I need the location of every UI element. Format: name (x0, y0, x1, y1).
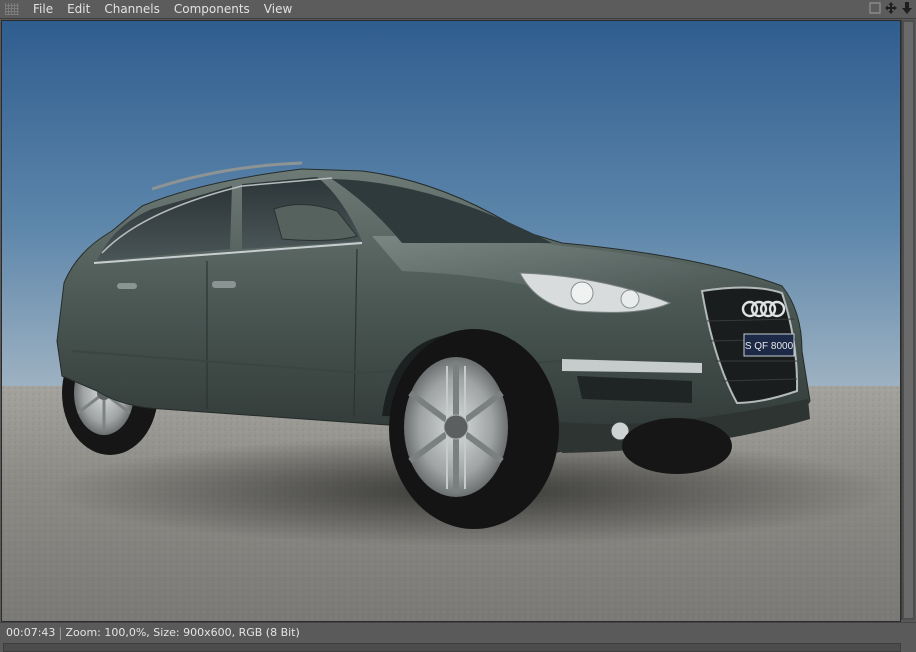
menu-edit[interactable]: Edit (60, 0, 97, 18)
status-time: 00:07:43 (6, 626, 56, 639)
menu-channels[interactable]: Channels (97, 0, 167, 18)
status-separator: | (58, 625, 63, 640)
menu-components[interactable]: Components (167, 0, 257, 18)
menu-file[interactable]: File (26, 0, 60, 18)
window-controls (868, 1, 914, 15)
render-image: S QF 8000 (2, 21, 900, 621)
menu-bar: File Edit Channels Components View (0, 0, 916, 19)
grip-icon[interactable] (5, 3, 19, 15)
status-bar: 00:07:43 | Zoom: 100,0%, Size: 900x600, … (0, 622, 916, 642)
vertical-scrollbar[interactable] (901, 20, 915, 620)
render-viewport[interactable]: S QF 8000 (1, 20, 901, 622)
download-arrow-icon[interactable] (900, 1, 914, 15)
horizontal-scroll-track[interactable] (3, 643, 901, 652)
menu-view[interactable]: View (257, 0, 299, 18)
vertical-scroll-thumb[interactable] (904, 22, 913, 618)
move-icon[interactable] (884, 1, 898, 15)
fit-view-icon[interactable] (868, 1, 882, 15)
status-details: Zoom: 100,0%, Size: 900x600, RGB (8 Bit) (65, 626, 300, 639)
license-plate: S QF 8000 (745, 341, 794, 352)
horizontal-scrollbar[interactable] (0, 641, 916, 652)
